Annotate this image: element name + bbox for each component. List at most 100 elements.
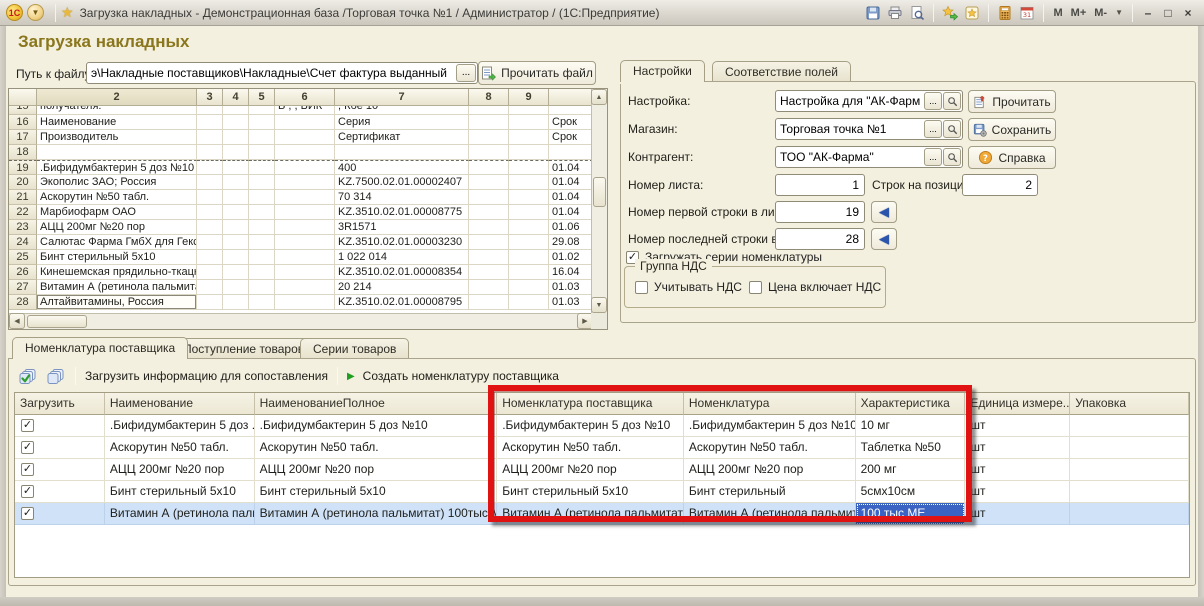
sheet-row-number[interactable]: 27: [9, 280, 37, 295]
sheet-cell[interactable]: АЦЦ 200мг №20 пор: [37, 220, 197, 235]
table-row[interactable]: ✓Аскорутин №50 табл.Аскорутин №50 табл.А…: [15, 437, 1189, 459]
sheet-row-number[interactable]: 19: [9, 160, 37, 175]
file-browse-button[interactable]: ...: [456, 64, 476, 82]
sheet-cell[interactable]: [223, 265, 249, 280]
sheet-row-number[interactable]: 21: [9, 190, 37, 205]
sheet-cell[interactable]: [223, 205, 249, 220]
sheet-row[interactable]: 15получателя:В , , БИК, Кбе 10: [9, 106, 593, 115]
sheet-cell[interactable]: [509, 145, 549, 160]
sheet-cell[interactable]: [275, 145, 335, 160]
minimize-button[interactable]: –: [1138, 4, 1158, 22]
column-header[interactable]: [9, 89, 37, 106]
row-checkbox[interactable]: ✓: [21, 507, 34, 520]
sheet-row[interactable]: 24Салютас Фарма ГмбХ для Гексал АГ (Герм…: [9, 235, 593, 250]
sheet-cell[interactable]: [197, 145, 223, 160]
column-header[interactable]: 6: [275, 89, 335, 106]
sheet-cell[interactable]: [469, 175, 509, 190]
sheet-cell[interactable]: 20 214: [335, 280, 469, 295]
sheet-cell[interactable]: [197, 106, 223, 115]
sheet-row-number[interactable]: 23: [9, 220, 37, 235]
sheet-cell[interactable]: [549, 106, 593, 115]
sheet-cell[interactable]: [275, 235, 335, 250]
sheet-cell[interactable]: [509, 175, 549, 190]
table-cell[interactable]: Бинт стерильный 5х10: [105, 481, 255, 503]
sheet-cell[interactable]: [509, 190, 549, 205]
table-row[interactable]: ✓АЦЦ 200мг №20 порАЦЦ 200мг №20 порАЦЦ 2…: [15, 459, 1189, 481]
sheet-cell[interactable]: [223, 250, 249, 265]
sheet-cell[interactable]: 01.06: [549, 220, 593, 235]
sheet-cell[interactable]: [223, 175, 249, 190]
table-cell[interactable]: Бинт стерильный: [684, 481, 856, 503]
sheet-cell[interactable]: [549, 145, 593, 160]
scroll-down-button[interactable]: ▼: [591, 297, 607, 313]
setting-search-button[interactable]: [943, 92, 961, 110]
calculator-icon[interactable]: [994, 3, 1016, 23]
sheet-cell[interactable]: [469, 145, 509, 160]
table-cell[interactable]: шт: [965, 481, 1070, 503]
column-header[interactable]: 4: [223, 89, 249, 106]
sheet-cell[interactable]: [469, 295, 509, 310]
column-header[interactable]: [549, 89, 593, 106]
uncheck-all-icon[interactable]: [44, 365, 66, 387]
row-checkbox[interactable]: ✓: [21, 485, 34, 498]
sheet-cell[interactable]: [249, 115, 275, 130]
sheet-cell[interactable]: [197, 190, 223, 205]
system-menu-button[interactable]: ▼: [27, 4, 44, 21]
sheet-cell[interactable]: [469, 250, 509, 265]
counterparty-input[interactable]: [776, 150, 924, 164]
sheet-row[interactable]: 20Экополис ЗАО; РоссияKZ.7500.02.01.0000…: [9, 175, 593, 190]
table-cell[interactable]: [1070, 415, 1189, 437]
sheet-cell[interactable]: [249, 190, 275, 205]
table-cell[interactable]: Витамин А (ретинола пальмитат)...: [497, 503, 684, 525]
sheet-cell[interactable]: [249, 295, 275, 310]
pick-last-row-button[interactable]: ◀: [871, 228, 897, 250]
sheet-row[interactable]: 17ПроизводительСертификатСрок: [9, 130, 593, 145]
sheet-cell[interactable]: [469, 130, 509, 145]
toolbar-overflow-chevron-icon[interactable]: ▼: [1111, 8, 1127, 17]
tab-goods-receipt[interactable]: Поступление товаров: [170, 338, 317, 359]
sheet-row-number[interactable]: 26: [9, 265, 37, 280]
table-cell[interactable]: АЦЦ 200мг №20 пор: [255, 459, 498, 481]
create-supplier-nomenclature-button[interactable]: Создать номенклатуру поставщика: [363, 369, 559, 383]
sheet-cell[interactable]: [197, 265, 223, 280]
sheet-cell[interactable]: [469, 106, 509, 115]
sheet-cell[interactable]: получателя:: [37, 106, 197, 115]
table-cell[interactable]: шт: [965, 415, 1070, 437]
column-header[interactable]: Единица измере...: [965, 393, 1070, 415]
sheet-cell[interactable]: [249, 106, 275, 115]
table-row[interactable]: ✓Бинт стерильный 5х10Бинт стерильный 5х1…: [15, 481, 1189, 503]
print-icon[interactable]: [884, 3, 906, 23]
table-cell[interactable]: .Бифидумбактерин 5 доз №10: [255, 415, 498, 437]
sheet-cell[interactable]: Алтайвитамины, Россия: [37, 295, 197, 310]
tab-field-mapping[interactable]: Соответствие полей: [712, 61, 851, 82]
sheet-cell[interactable]: [509, 250, 549, 265]
sheet-cell[interactable]: [275, 160, 335, 175]
maximize-button[interactable]: □: [1158, 4, 1178, 22]
sheet-cell[interactable]: 3R1571: [335, 220, 469, 235]
sheet-cell[interactable]: [275, 115, 335, 130]
memory-add-button[interactable]: M+: [1067, 7, 1091, 19]
table-cell[interactable]: [1070, 481, 1189, 503]
sheet-cell[interactable]: [509, 115, 549, 130]
sheet-cell[interactable]: 29.08: [549, 235, 593, 250]
sheet-cell[interactable]: [275, 250, 335, 265]
sheet-cell[interactable]: [275, 175, 335, 190]
table-cell[interactable]: 5смх10см: [856, 481, 966, 503]
sheet-cell[interactable]: 01.04: [549, 175, 593, 190]
sheet-row[interactable]: 19.Бифидумбактерин 5 доз №1040001.04: [9, 160, 593, 175]
sheet-cell[interactable]: Наименование: [37, 115, 197, 130]
rows-per-position-input[interactable]: [962, 174, 1038, 196]
sheet-cell[interactable]: 01.02: [549, 250, 593, 265]
sheet-cell[interactable]: KZ.3510.02.01.00008354: [335, 265, 469, 280]
sheet-cell[interactable]: Бинт стерильный 5х10: [37, 250, 197, 265]
counterparty-browse-button[interactable]: ...: [924, 148, 942, 166]
first-row-input[interactable]: [775, 201, 865, 223]
sheet-cell[interactable]: [509, 205, 549, 220]
table-cell[interactable]: .Бифидумбактерин 5 доз №10: [684, 415, 856, 437]
sheet-cell[interactable]: [223, 130, 249, 145]
table-cell[interactable]: Аскорутин №50 табл.: [255, 437, 498, 459]
sheet-cell[interactable]: [249, 220, 275, 235]
check-all-icon[interactable]: [16, 365, 38, 387]
sheet-row[interactable]: 25Бинт стерильный 5х101 022 01401.02: [9, 250, 593, 265]
sheet-cell[interactable]: [275, 190, 335, 205]
